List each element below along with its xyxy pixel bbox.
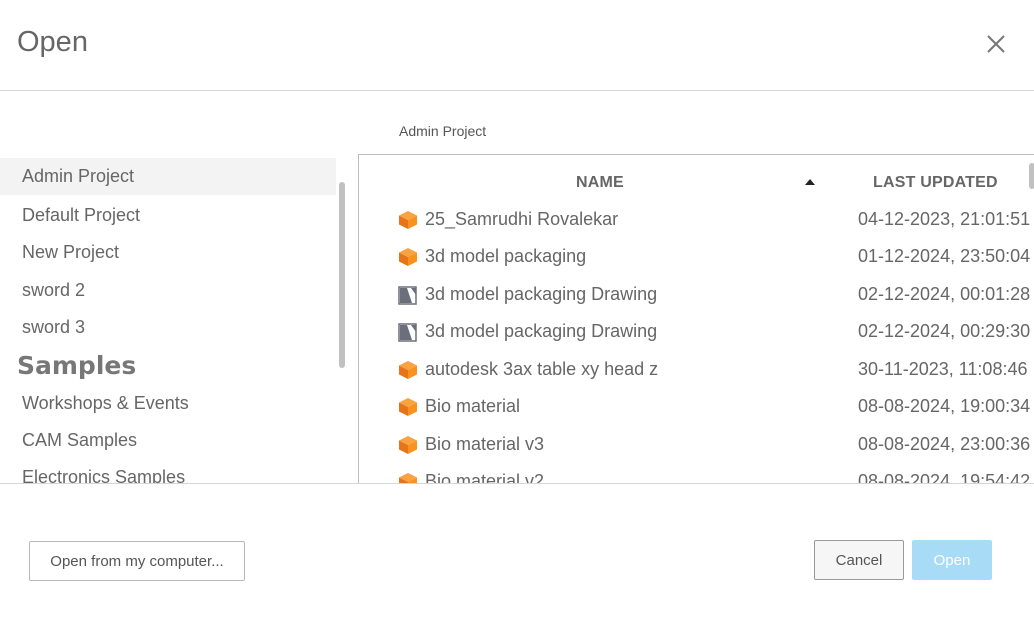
drawing-sheet-icon <box>398 285 418 305</box>
file-row[interactable]: 3d model packaging Drawing 02-12-2024, 00… <box>359 313 1031 350</box>
design-cube-icon <box>398 247 418 267</box>
sidebar-item-sword-2[interactable]: sword 2 <box>0 272 336 309</box>
file-last-updated: 08-08-2024, 23:00:36 <box>858 434 1031 454</box>
design-cube-icon <box>398 397 418 417</box>
project-sidebar: Admin Project Default Project New Projec… <box>0 158 346 483</box>
dialog-title: Open <box>17 26 88 58</box>
file-list-scrollbar-thumb[interactable] <box>1029 163 1034 189</box>
file-name: autodesk 3ax table xy head z <box>425 359 659 379</box>
design-cube-icon <box>398 435 418 455</box>
file-row[interactable]: autodesk 3ax table xy head z 30-11-2023, … <box>359 351 1027 388</box>
sort-ascending-icon[interactable] <box>805 179 815 185</box>
design-cube-icon <box>398 472 418 483</box>
file-last-updated: 30-11-2023, 11:08:46 <box>858 359 1028 379</box>
header-divider <box>0 90 1034 91</box>
file-row[interactable]: Bio material 08-08-2024, 19:00:34 <box>359 388 1031 425</box>
design-cube-icon <box>398 360 418 380</box>
column-header-last-updated[interactable]: LAST UPDATED <box>873 174 998 192</box>
file-row[interactable]: Bio material v2 08-08-2024, 19:54:42 <box>359 463 1031 483</box>
sidebar-item-electronics-samples[interactable]: Electronics Samples <box>0 459 336 483</box>
open-button[interactable]: Open <box>912 540 992 580</box>
file-row[interactable]: 25_Samrudhi Rovalekar 04-12-2023, 21:01:5… <box>359 201 1031 238</box>
file-last-updated: 08-08-2024, 19:00:34 <box>858 396 1031 416</box>
file-row[interactable]: Bio material v3 08-08-2024, 23:00:36 <box>359 426 1031 463</box>
sidebar-item-default-project[interactable]: Default Project <box>0 197 336 234</box>
file-name: 25_Samrudhi Rovalekar <box>425 209 619 229</box>
file-name: Bio material v2 <box>425 471 545 483</box>
breadcrumb: Admin Project <box>399 123 487 139</box>
file-name: 3d model packaging Drawing <box>425 284 658 304</box>
sidebar-scrollbar-thumb[interactable] <box>339 182 345 368</box>
sidebar-item-workshops-events[interactable]: Workshops & Events <box>0 385 336 422</box>
file-name: 3d model packaging Drawing <box>425 321 658 341</box>
file-last-updated: 04-12-2023, 21:01:51 <box>858 209 1031 229</box>
close-icon <box>987 35 1005 53</box>
sidebar-item-new-project[interactable]: New Project <box>0 234 336 271</box>
column-header-name[interactable]: NAME <box>576 174 624 192</box>
file-row[interactable]: 3d model packaging Drawing 02-12-2024, 00… <box>359 276 1031 313</box>
sidebar-item-admin-project[interactable]: Admin Project <box>0 158 336 195</box>
file-name: 3d model packaging <box>425 246 587 266</box>
close-button[interactable] <box>980 28 1012 60</box>
file-list-panel: NAME LAST UPDATED 25_Samrudhi Rovalekar 0… <box>358 154 1034 483</box>
samples-heading: Samples <box>17 351 137 380</box>
file-name: Bio material v3 <box>425 434 545 454</box>
file-row[interactable]: 3d model packaging 01-12-2024, 23:50:04 <box>359 238 1031 275</box>
file-last-updated: 02-12-2024, 00:29:30 <box>858 321 1031 341</box>
footer-divider <box>0 483 1034 484</box>
file-name: Bio material <box>425 396 521 416</box>
file-last-updated: 08-08-2024, 19:54:42 <box>858 471 1031 483</box>
sidebar-item-cam-samples[interactable]: CAM Samples <box>0 422 336 459</box>
file-last-updated: 02-12-2024, 00:01:28 <box>858 284 1031 304</box>
open-from-computer-button[interactable]: Open from my computer... <box>29 541 245 581</box>
sidebar-item-sword-3[interactable]: sword 3 <box>0 309 336 346</box>
cancel-button[interactable]: Cancel <box>814 540 904 580</box>
design-cube-icon <box>398 210 418 230</box>
drawing-sheet-icon <box>398 322 418 342</box>
file-last-updated: 01-12-2024, 23:50:04 <box>858 246 1031 266</box>
